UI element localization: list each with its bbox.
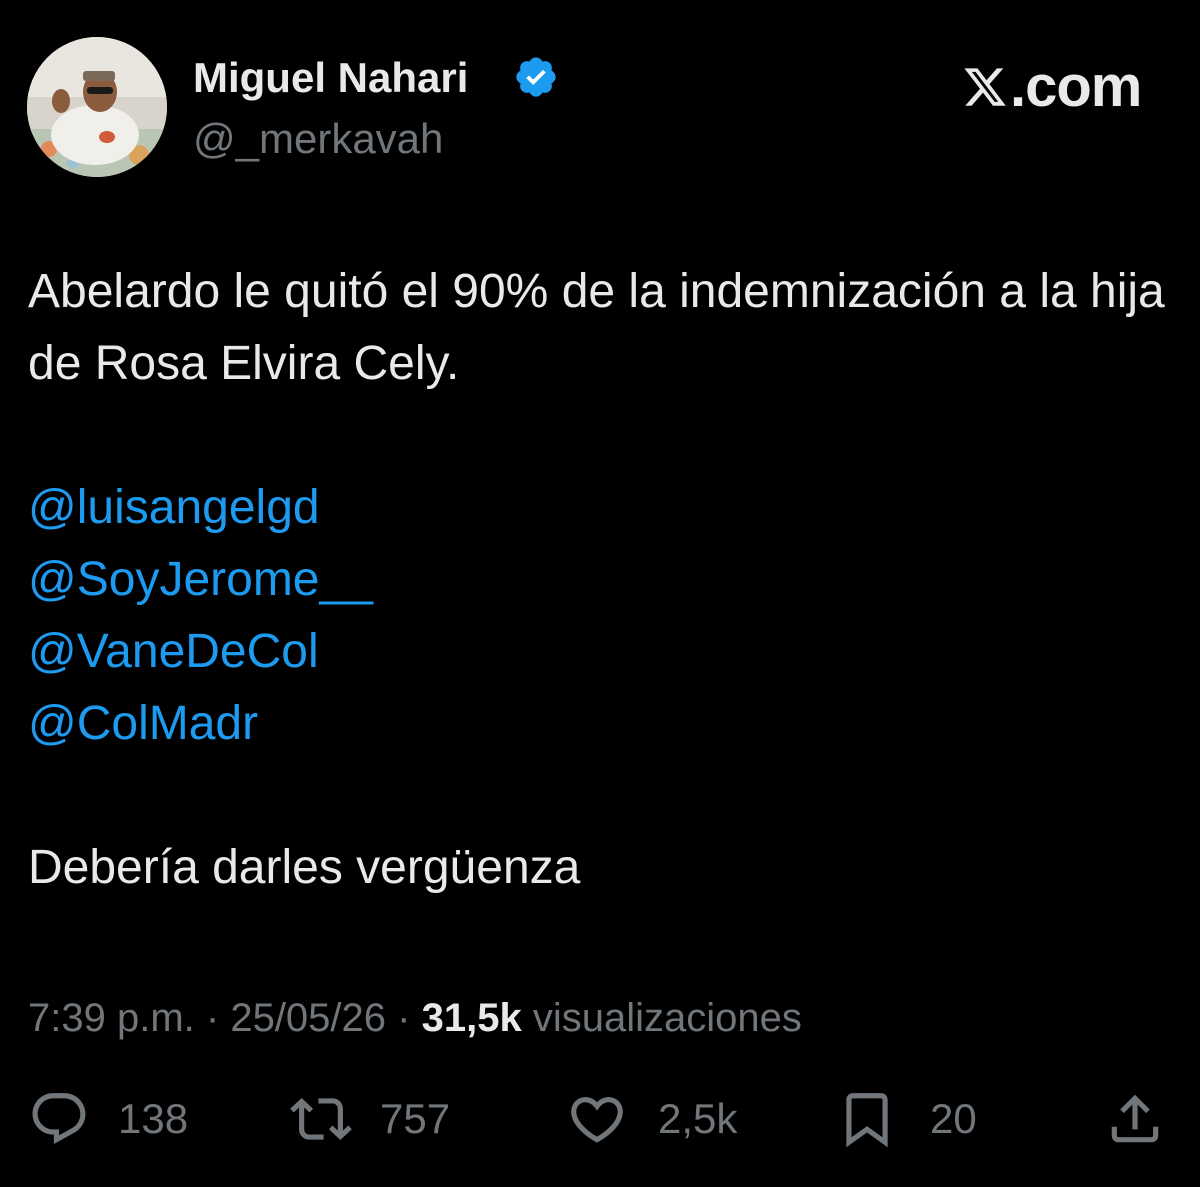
views-label: visualizaciones: [532, 996, 802, 1040]
verified-badge-icon: [516, 57, 556, 97]
avatar-photo: [27, 37, 167, 177]
reply-icon: [32, 1093, 86, 1145]
views-count[interactable]: 31,5k: [422, 996, 522, 1040]
like-count: 2,5k: [658, 1095, 738, 1142]
display-name[interactable]: Miguel Nahari: [193, 52, 468, 104]
tweet-date[interactable]: 25/05/26: [230, 996, 386, 1040]
mention-link[interactable]: @SoyJerome__: [28, 544, 1178, 616]
tweet-text-paragraph: Abelardo le quitó el 90% de la indemniza…: [28, 265, 1165, 390]
tweet-closing-text: Debería darles vergüenza: [28, 841, 581, 894]
avatar[interactable]: [27, 37, 167, 177]
retweet-button[interactable]: 757: [290, 1084, 450, 1154]
bookmark-count: 20: [930, 1095, 977, 1142]
meta-separator: ·: [397, 996, 422, 1040]
watermark-text: .com: [1010, 54, 1142, 119]
tweet-text: Abelardo le quitó el 90% de la indemniza…: [28, 256, 1178, 904]
share-icon: [1111, 1094, 1159, 1143]
share-button[interactable]: [1104, 1084, 1166, 1154]
tweet-meta: 7:39 p.m. · 25/05/26 · 31,5k visualizaci…: [28, 992, 802, 1044]
like-button[interactable]: 2,5k: [566, 1084, 737, 1154]
watermark: .com: [962, 52, 1142, 122]
retweet-count: 757: [380, 1095, 451, 1142]
heart-icon: [571, 1097, 623, 1143]
author-handle[interactable]: @_merkavah: [193, 113, 443, 165]
tweet-time[interactable]: 7:39 p.m.: [28, 996, 195, 1040]
mention-link[interactable]: @ColMadr: [28, 688, 1178, 760]
reply-count: 138: [118, 1095, 189, 1142]
mention-link[interactable]: @VaneDeCol: [28, 616, 1178, 688]
mention-link[interactable]: @luisangelgd: [28, 472, 1178, 544]
bookmark-button[interactable]: 20: [836, 1084, 977, 1154]
action-bar: 138 757 2,5k 20: [28, 1084, 1168, 1154]
retweet-icon: [290, 1098, 352, 1140]
meta-separator: ·: [205, 996, 231, 1040]
bookmark-icon: [846, 1093, 888, 1148]
reply-button[interactable]: 138: [28, 1084, 188, 1154]
x-logo-icon: [964, 68, 1006, 106]
